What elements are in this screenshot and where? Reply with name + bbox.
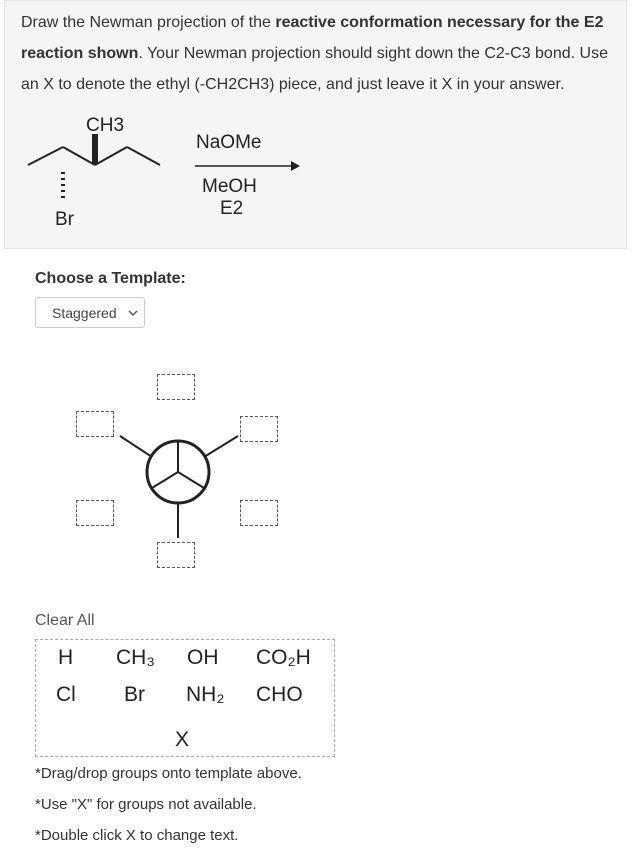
methyl-label: CH3 xyxy=(86,115,124,136)
instruction-note: *Use "X" for groups not available. xyxy=(35,796,257,813)
slot-front-left[interactable] xyxy=(76,500,114,526)
question-line-1: Draw the Newman projection of the xyxy=(21,14,276,31)
molecule-structure: CH3 Br xyxy=(27,115,161,230)
group-cl[interactable]: Cl xyxy=(56,683,76,707)
question-emphasis-2: reaction shown xyxy=(21,45,139,62)
reagent-label: NaOMe xyxy=(196,132,262,153)
group-nh2[interactable]: NH₂ xyxy=(186,683,224,707)
question-emphasis-1: reactive conformation necessary for the … xyxy=(275,14,604,31)
chevron-down-icon xyxy=(128,310,138,317)
reaction-arrow xyxy=(195,161,300,171)
clear-all-link[interactable]: Clear All xyxy=(35,612,95,630)
mechanism-label: E2 xyxy=(220,198,244,219)
slot-front-right[interactable] xyxy=(240,500,278,526)
front-bond-left xyxy=(151,471,179,489)
wedge-bond xyxy=(92,134,98,164)
solvent-label: MeOH xyxy=(202,176,257,197)
bond xyxy=(62,146,96,166)
slot-front-top[interactable] xyxy=(157,374,195,400)
group-oh[interactable]: OH xyxy=(187,646,219,670)
group-cho[interactable]: CHO xyxy=(256,683,303,707)
bond xyxy=(94,146,128,166)
group-palette: H CH₃ OH CO₂H Cl Br NH₂ CHO X xyxy=(35,639,335,757)
hash-bond xyxy=(61,172,65,198)
bond xyxy=(126,146,161,166)
question-panel: Draw the Newman projection of the reacti… xyxy=(4,0,627,249)
slot-back-upper-right[interactable] xyxy=(240,416,278,442)
question-line-3: an X to denote the ethyl (-CH2CH3) piece… xyxy=(21,76,565,93)
group-h[interactable]: H xyxy=(58,646,73,670)
slot-back-upper-left[interactable] xyxy=(76,411,114,437)
template-select-value: Staggered xyxy=(52,305,117,321)
back-bond-upper-left xyxy=(119,435,153,458)
slot-back-bottom[interactable] xyxy=(157,542,195,568)
question-text: Draw the Newman projection of the reacti… xyxy=(21,7,621,100)
instruction-note: *Drag/drop groups onto template above. xyxy=(35,765,302,782)
back-bond-upper-right xyxy=(203,435,239,458)
group-co2h[interactable]: CO₂H xyxy=(256,646,311,670)
instruction-note: *Double click X to change text. xyxy=(35,827,239,844)
newman-projection-template xyxy=(60,360,300,580)
group-ch3[interactable]: CH₃ xyxy=(116,646,155,670)
question-line-2: . Your Newman projection should sight do… xyxy=(138,45,608,62)
front-bond-right xyxy=(177,471,205,489)
group-br[interactable]: Br xyxy=(124,683,145,707)
template-label: Choose a Template: xyxy=(35,270,186,287)
group-x[interactable]: X xyxy=(175,728,189,752)
template-select[interactable]: Staggered xyxy=(35,297,145,328)
bond xyxy=(27,146,64,166)
bromine-label: Br xyxy=(55,209,75,230)
